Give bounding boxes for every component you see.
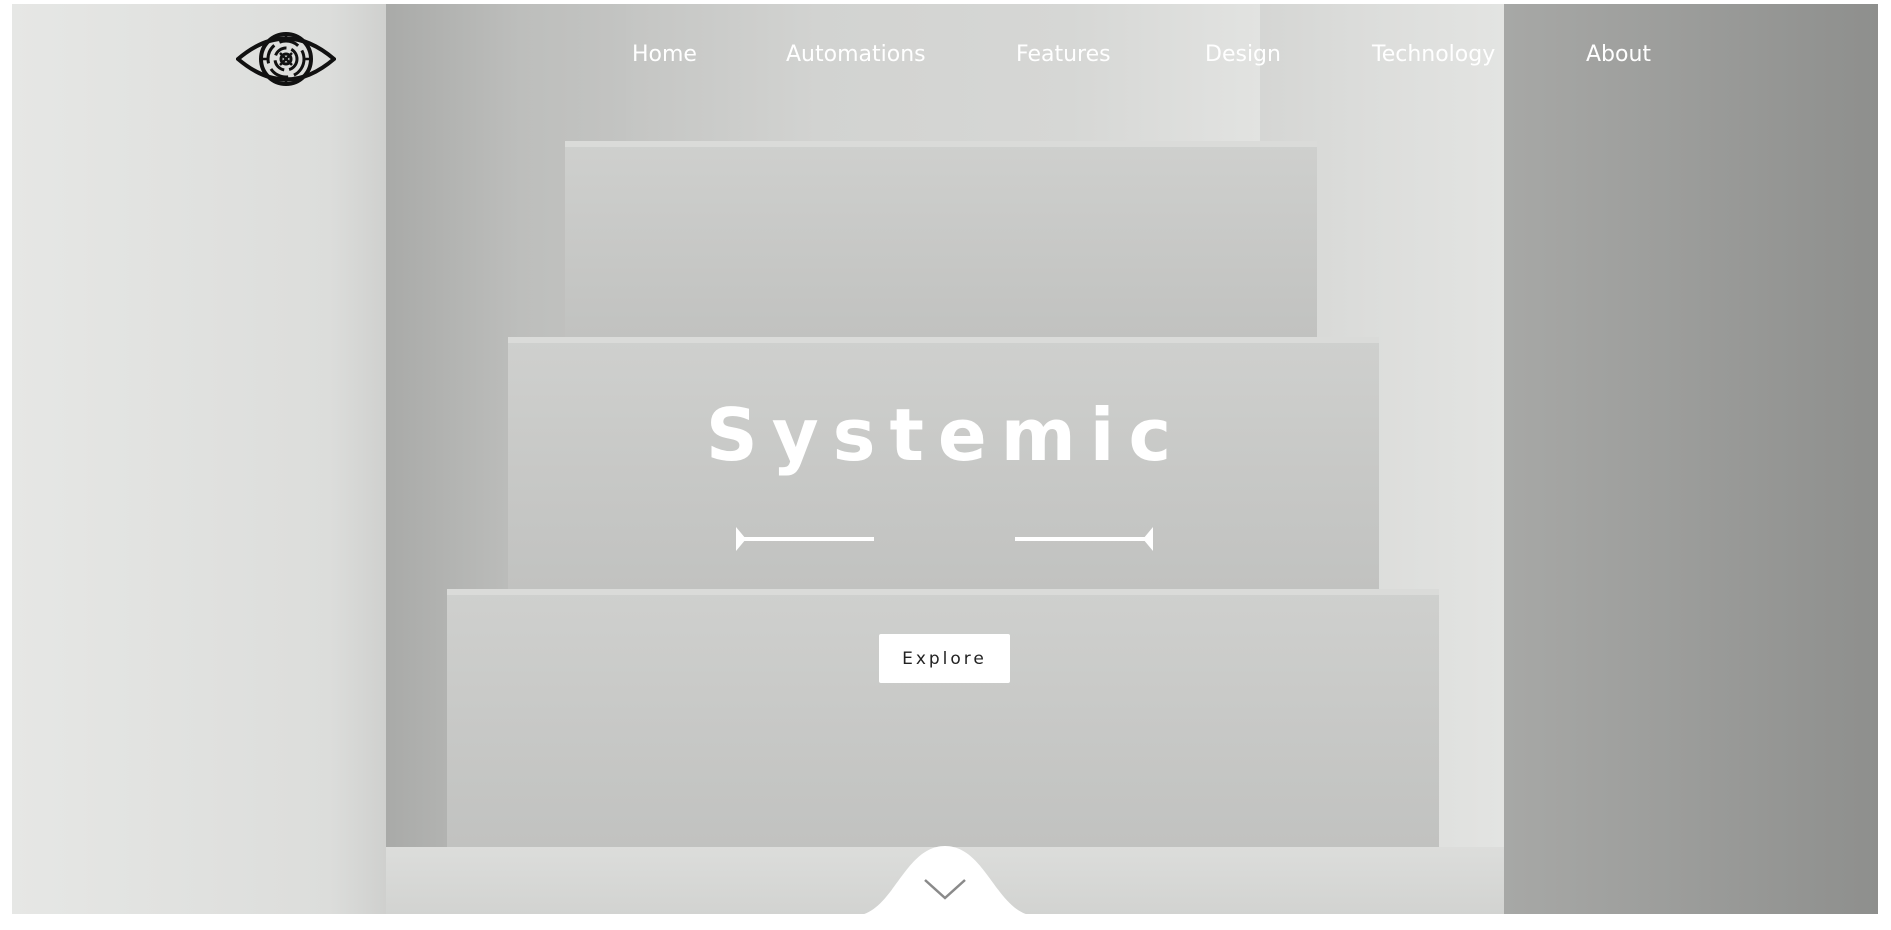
hero-title: Systemic (705, 393, 1186, 477)
nav-design[interactable]: Design (1205, 40, 1281, 70)
decorative-divider-right (1013, 524, 1155, 554)
decorative-divider-left (734, 524, 876, 554)
alcove-top (626, 4, 1260, 144)
nav-home[interactable]: Home (632, 40, 697, 70)
nav-automations[interactable]: Automations (786, 40, 926, 70)
nav-technology[interactable]: Technology (1372, 40, 1495, 70)
stair-step (565, 141, 1317, 340)
scroll-down-button[interactable] (853, 846, 1037, 916)
main-nav: Home Automations Features Design Technol… (0, 40, 1891, 70)
stair-step (447, 589, 1439, 852)
nav-about[interactable]: About (1586, 40, 1651, 70)
explore-button[interactable]: Explore (879, 634, 1010, 683)
nav-features[interactable]: Features (1016, 40, 1111, 70)
